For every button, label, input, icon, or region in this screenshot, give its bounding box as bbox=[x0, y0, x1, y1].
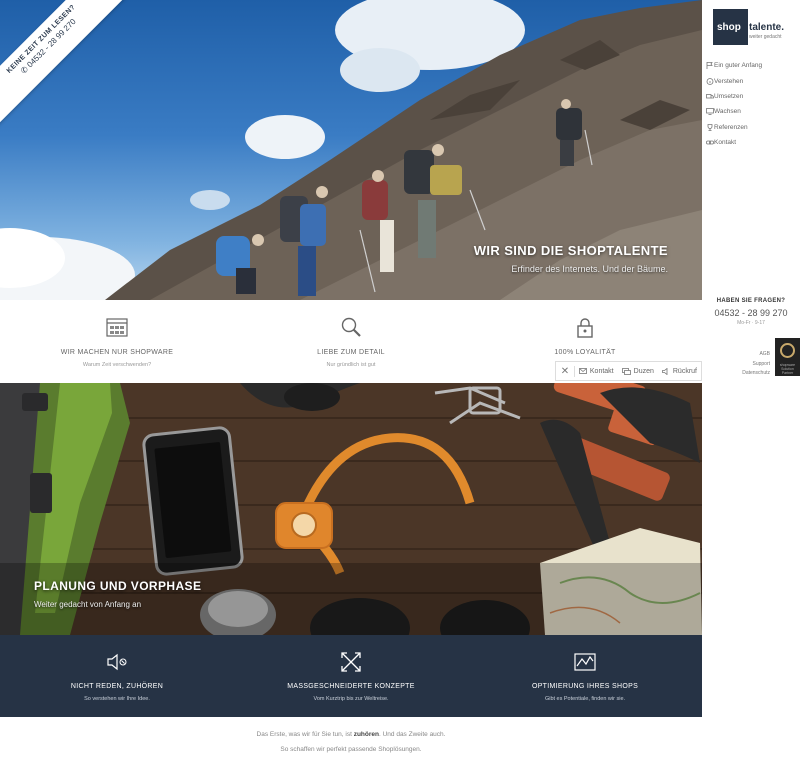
service-listen: NICHT REDEN, ZUHÖREN So verstehen wir Ih… bbox=[0, 650, 234, 702]
sidebar-item-label: Umsetzen bbox=[714, 92, 744, 100]
mail-icon bbox=[578, 368, 587, 374]
lock-icon bbox=[577, 318, 593, 338]
planning-banner bbox=[0, 383, 702, 635]
service-subtitle: So verstehen wir Ihre Idee. bbox=[84, 696, 150, 702]
intro-line-2: So schaffen wir perfekt passende Shoplös… bbox=[280, 746, 422, 753]
footer-link-datenschutz[interactable]: Datenschutz bbox=[742, 370, 770, 376]
sidebar-item-anfang[interactable]: Ein guter Anfang bbox=[706, 58, 762, 73]
hero-subtitle: Erfinder des Internets. Und der Bäume. bbox=[511, 264, 668, 274]
opening-hours: Mo-Fr · 9-17 bbox=[737, 320, 765, 326]
hero-title: WIR SIND DIE SHOPTALENTE bbox=[473, 243, 668, 258]
service-title: OPTIMIERUNG IHRES SHOPS bbox=[531, 683, 639, 690]
feature-detail: LIEBE ZUM DETAIL Nur gründlich ist gut bbox=[234, 316, 468, 368]
contact-rueckruf-label: Rückruf bbox=[672, 367, 697, 375]
tools-title: PLANUNG UND VORPHASE bbox=[34, 579, 202, 593]
contact-bar: ✕ Kontakt Duzen Rückruf bbox=[555, 361, 702, 381]
sidebar-item-wachsen[interactable]: Wachsen bbox=[706, 104, 762, 119]
hero-banner: KEINE ZEIT ZUM LESEN? ✆ 04532 - 28 99 27… bbox=[0, 0, 702, 300]
speaker-mute-icon bbox=[107, 653, 127, 671]
sidebar-item-label: Kontakt bbox=[714, 139, 737, 147]
contact-duzen-button[interactable]: Duzen bbox=[618, 368, 658, 375]
main-content: KEINE ZEIT ZUM LESEN? ✆ 04532 - 28 99 27… bbox=[0, 0, 702, 765]
chart-icon bbox=[574, 653, 596, 671]
service-concepts: MASSGESCHNEIDERTE KONZEPTE Vom Kurztrip … bbox=[234, 650, 468, 702]
service-title: NICHT REDEN, ZUHÖREN bbox=[70, 683, 164, 690]
tools-subtitle: Weiter gedacht von Anfang an bbox=[34, 600, 142, 609]
sidebar-item-label: Referenzen bbox=[714, 123, 748, 131]
contact-kontakt-button[interactable]: Kontakt bbox=[575, 368, 618, 375]
sidebar-item-kontakt[interactable]: Kontakt bbox=[706, 135, 762, 150]
sidebar-item-referenzen[interactable]: Referenzen bbox=[706, 120, 762, 135]
feature-subtitle: Warum Zeit verschwenden? bbox=[82, 362, 152, 368]
logo-talente: talente. bbox=[749, 22, 785, 33]
shopware-badge-label: shopware Solution Partner bbox=[775, 363, 800, 375]
shopware-badge[interactable]: shopware Solution Partner bbox=[775, 338, 800, 376]
service-subtitle: Vom Kurztrip bis zur Weltreise. bbox=[313, 696, 389, 702]
sidebar-item-label: Verstehen bbox=[714, 77, 744, 85]
feature-subtitle: Nur gründlich ist gut bbox=[326, 362, 376, 368]
intro-line-1: Das Erste, was wir für Sie tun, ist zuhö… bbox=[0, 731, 702, 738]
chat-icon bbox=[621, 367, 631, 375]
flag-icon bbox=[706, 62, 713, 70]
logo-shop: shop bbox=[717, 22, 741, 33]
speaker-icon bbox=[661, 367, 668, 375]
link-icon bbox=[706, 140, 714, 145]
phone-number[interactable]: 04532 - 28 99 270 bbox=[702, 308, 800, 318]
truck-icon bbox=[706, 94, 714, 99]
feature-title: 100% LOYALITÄT bbox=[554, 349, 616, 356]
trophy-icon bbox=[707, 123, 713, 131]
service-title: MASSGESCHNEIDERTE KONZEPTE bbox=[287, 683, 415, 690]
sidebar-item-label: Ein guter Anfang bbox=[714, 62, 763, 70]
footer-link-support[interactable]: Support bbox=[752, 361, 770, 367]
service-subtitle: Gibt es Potentiale, finden wir sie. bbox=[544, 696, 626, 702]
contact-duzen-label: Duzen bbox=[633, 367, 654, 375]
shopware-badge-sub: Solution Partner bbox=[781, 367, 794, 375]
footer-link-agb[interactable]: AGB bbox=[759, 351, 770, 357]
logo[interactable]: shop talente. weiter gedacht bbox=[713, 9, 793, 45]
intro-line-1-bold: zuhören bbox=[353, 731, 379, 738]
feature-title: LIEBE ZUM DETAIL bbox=[317, 349, 385, 356]
logo-tagline: weiter gedacht bbox=[749, 34, 782, 40]
service-optimize: OPTIMIERUNG IHRES SHOPS Gibt es Potentia… bbox=[468, 650, 702, 702]
expand-arrows-icon bbox=[341, 652, 361, 672]
contact-kontakt-label: Kontakt bbox=[589, 367, 614, 375]
services-band: NICHT REDEN, ZUHÖREN So verstehen wir Ih… bbox=[0, 635, 702, 717]
intro-line-1-prefix: Das Erste, was wir für Sie tun, ist bbox=[256, 731, 354, 738]
questions-title: HABEN SIE FRAGEN? bbox=[716, 298, 786, 304]
feature-shopware: WIR MACHEN NUR SHOPWARE Warum Zeit versc… bbox=[0, 316, 234, 368]
feature-title: WIR MACHEN NUR SHOPWARE bbox=[60, 349, 174, 356]
monitor-icon bbox=[706, 108, 714, 116]
sidebar-item-umsetzen[interactable]: Umsetzen bbox=[706, 89, 762, 104]
shopware-logo-icon bbox=[780, 343, 795, 358]
contact-rueckruf-button[interactable]: Rückruf bbox=[658, 367, 701, 375]
close-icon[interactable]: ✕ bbox=[556, 365, 575, 377]
browser-grid-icon bbox=[106, 318, 128, 337]
magnifier-icon bbox=[341, 317, 361, 337]
info-icon bbox=[706, 77, 714, 85]
sidebar-nav: Ein guter Anfang Verstehen Umsetzen Wach… bbox=[706, 58, 762, 150]
sidebar-item-label: Wachsen bbox=[714, 108, 741, 116]
sidebar: shop talente. weiter gedacht Ein guter A… bbox=[702, 0, 800, 765]
tools-image bbox=[0, 383, 702, 635]
intro-line-1-suffix: . Und das Zweite auch. bbox=[378, 731, 446, 738]
sidebar-item-verstehen[interactable]: Verstehen bbox=[706, 73, 762, 88]
